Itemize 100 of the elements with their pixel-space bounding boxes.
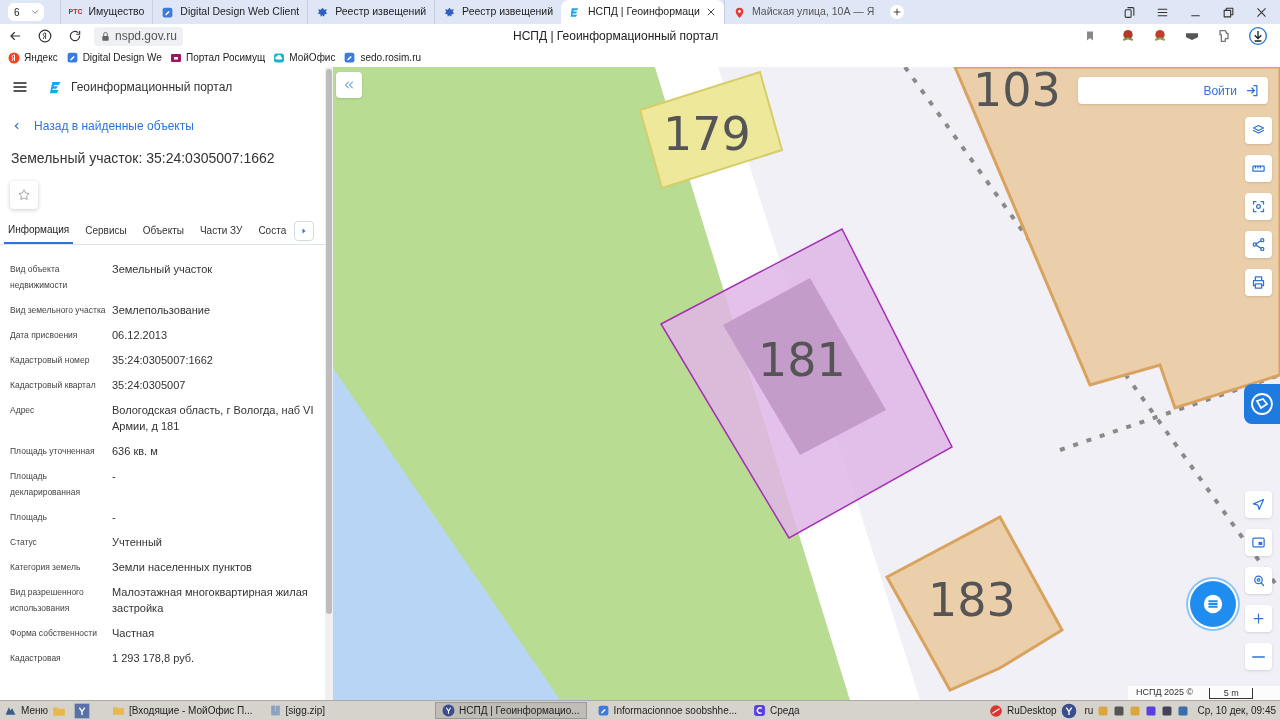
share-icon	[1251, 237, 1266, 252]
tab[interactable]: Сервисы	[81, 217, 131, 244]
download-icon[interactable]	[1248, 26, 1268, 46]
select-area-button[interactable]	[1245, 193, 1272, 220]
chat-button[interactable]	[1190, 581, 1236, 627]
zoom-out-button[interactable]	[1245, 643, 1272, 670]
zoom-in-icon	[1251, 611, 1266, 626]
back-link[interactable]: Назад в найденные объекты	[12, 117, 194, 135]
attribution: НСПД 2025 ©	[1136, 686, 1194, 700]
extension-icon[interactable]	[1216, 28, 1232, 44]
field-value: -	[112, 510, 117, 525]
yandex-icon[interactable]	[38, 29, 52, 43]
building-number: 179	[663, 111, 751, 157]
taskbar-window[interactable]: [sigg.zip]	[262, 702, 332, 719]
field-value: 35:24:0305007	[112, 378, 187, 393]
document-icon	[343, 51, 357, 64]
plus-icon[interactable]	[890, 5, 905, 19]
browser-icon[interactable]	[1060, 702, 1077, 719]
field-value: Вологодская область, г Вологда, наб VI Армии, д 181	[112, 403, 314, 434]
browser-icon[interactable]	[74, 702, 91, 719]
bookmark[interactable]: Портал Росимущ	[169, 50, 266, 65]
close-icon[interactable]	[1255, 5, 1268, 19]
menu-icon[interactable]	[12, 79, 28, 95]
print-button[interactable]	[1245, 269, 1272, 296]
browser-icon	[442, 704, 456, 717]
picture-in-picture-button[interactable]	[1245, 529, 1272, 556]
app-icon[interactable]	[989, 703, 1004, 718]
keyboard-layout[interactable]: ru	[1084, 703, 1094, 718]
field-value: Учтенный	[112, 535, 163, 550]
start-menu-button[interactable]: Меню	[0, 703, 53, 718]
zoom-out-icon	[1252, 655, 1265, 658]
share-button[interactable]	[1245, 231, 1272, 258]
bookmark[interactable]: МойОфис	[273, 50, 336, 65]
double-chevron-left-icon	[343, 79, 355, 91]
tab[interactable]: Соста	[254, 217, 291, 244]
taskbar-window[interactable]: Informacionnoe soobshhe...	[590, 702, 744, 719]
login-button[interactable]: Войти	[1078, 77, 1268, 104]
layers-button[interactable]	[1245, 117, 1272, 144]
field-label: Вид разрешенного использования	[9, 586, 85, 615]
taskbar-window[interactable]: НСПД | Геоинформацио...	[435, 702, 587, 719]
scrollbar[interactable]	[325, 67, 333, 700]
field-value: 1 293 178,8 руб.	[112, 651, 196, 666]
field-value: Малоэтажная многоквартирная жилая застройка	[112, 585, 309, 616]
side-panel-button[interactable]	[1244, 384, 1280, 424]
chevron-left-icon	[12, 121, 22, 131]
field-label: Вид земельного участка	[9, 304, 107, 317]
page-title: НСПД | Геоинформационный портал	[513, 28, 719, 45]
bookmark[interactable]: Яндекс	[8, 50, 58, 65]
bookmark-icon[interactable]	[1084, 30, 1096, 42]
extension-icon[interactable]	[1152, 28, 1168, 44]
tab-counter-button[interactable]: 6	[8, 3, 44, 21]
emblem-icon	[443, 5, 457, 19]
reload-icon[interactable]	[68, 29, 82, 43]
extension-icon[interactable]	[1120, 28, 1136, 44]
field-label: Площадь уточненная	[9, 445, 96, 458]
close-icon[interactable]	[706, 7, 716, 17]
tray-icon[interactable]	[1145, 704, 1158, 717]
field-value: 06.12.2013	[112, 328, 169, 343]
logo-icon	[8, 51, 20, 64]
restore-icon[interactable]	[1222, 5, 1235, 19]
picture-in-picture-icon	[1251, 535, 1266, 550]
field-label: Кадастровый номер	[9, 354, 91, 367]
taskbar-window[interactable]: Среда	[747, 702, 806, 719]
navigation-arrow-icon	[1251, 497, 1266, 512]
chat-icon	[1202, 593, 1224, 615]
star-icon	[17, 188, 31, 202]
bookmark[interactable]: sedo.rosim.ru	[343, 50, 422, 65]
locate-icon	[1251, 573, 1266, 588]
field-label: Категория земель	[9, 561, 82, 574]
back-arrow-icon[interactable]	[8, 29, 22, 43]
tab[interactable]: Информация	[4, 217, 74, 244]
tabs-icon[interactable]	[1123, 5, 1136, 19]
field-value: Частная	[112, 626, 156, 641]
navigation-arrow-button[interactable]	[1245, 491, 1272, 518]
tray-icon[interactable]	[1113, 704, 1126, 717]
taskbar-window[interactable]: [Входящие - МойОфис П...	[106, 702, 259, 719]
map-stack-icon	[1250, 392, 1274, 416]
building-number: 103	[973, 67, 1061, 113]
tab[interactable]: Объекты	[138, 217, 188, 244]
portal-icon	[169, 51, 182, 64]
address-field[interactable]: nspd.gov.ru	[94, 26, 183, 46]
locate-button[interactable]	[1245, 567, 1272, 594]
browser-tab[interactable]: НСПД | Геоинформаци	[561, 0, 724, 24]
logo-icon	[48, 79, 63, 95]
cloud-icon	[273, 51, 286, 64]
zoom-in-button[interactable]	[1245, 605, 1272, 632]
field-value: Землепользование	[112, 303, 212, 318]
tab[interactable]: Части ЗУ	[195, 217, 247, 244]
building-number: 183	[928, 577, 1016, 623]
login-icon	[1245, 83, 1260, 98]
tray-icon[interactable]	[1161, 704, 1174, 717]
field-value: -	[112, 469, 117, 484]
chevron-down-icon	[29, 7, 40, 17]
select-area-icon	[1251, 199, 1266, 214]
tray-icon[interactable]	[1177, 704, 1190, 717]
clock: Ср, 10 дек, 09:45	[1197, 704, 1276, 718]
document-icon	[161, 5, 175, 19]
emblem-icon	[316, 5, 330, 19]
bookmark[interactable]: Digital Design We	[65, 50, 162, 65]
ruler-button[interactable]	[1245, 155, 1272, 182]
